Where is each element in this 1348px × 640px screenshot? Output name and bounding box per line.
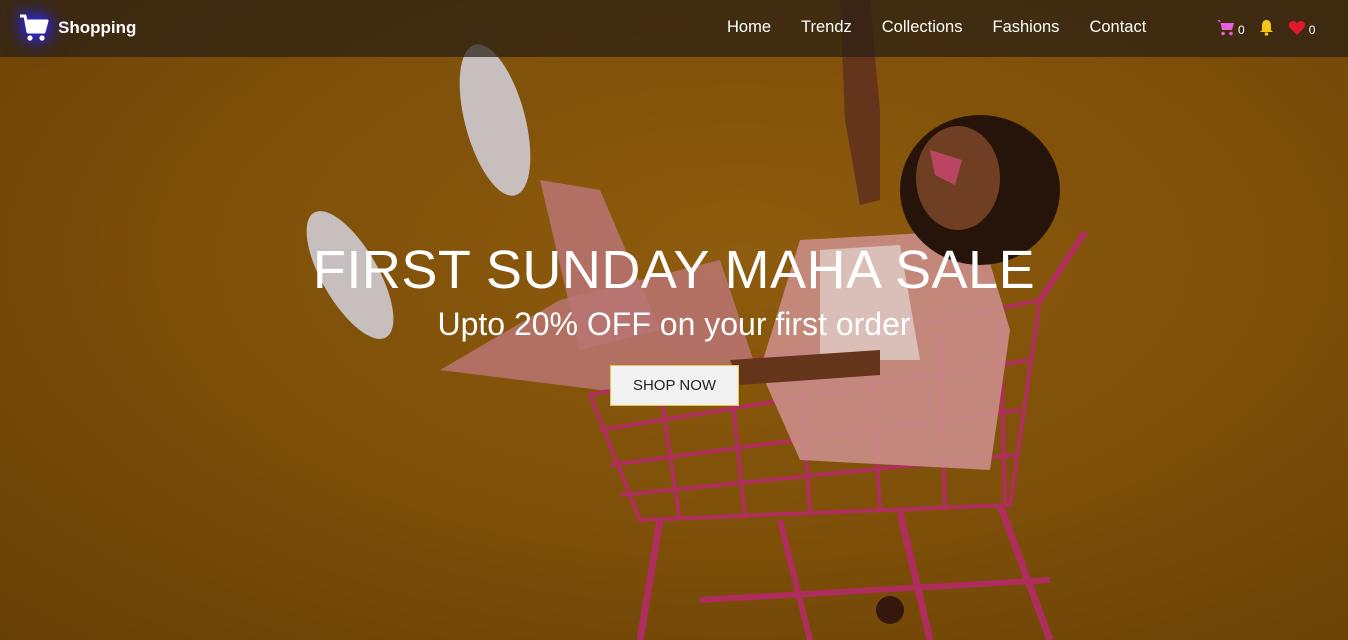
- brand-name: Shopping: [58, 18, 137, 37]
- cart-button[interactable]: 0: [1216, 19, 1245, 41]
- nav-link-home[interactable]: Home: [727, 18, 771, 37]
- nav-icon-bar: 0 0: [1216, 19, 1315, 41]
- hero-headline: FIRST SUNDAY MAHA SALE: [312, 240, 1036, 300]
- brand-logo[interactable]: Shopping: [18, 12, 136, 44]
- notifications-button[interactable]: [1259, 19, 1274, 41]
- cart-icon: [1216, 19, 1235, 41]
- wishlist-count: 0: [1308, 23, 1316, 37]
- nav-link-contact[interactable]: Contact: [1089, 18, 1146, 37]
- nav-link-fashions[interactable]: Fashions: [992, 18, 1059, 37]
- cart-count: 0: [1238, 23, 1245, 37]
- hero-content: FIRST SUNDAY MAHA SALE Upto 20% OFF on y…: [0, 240, 1348, 344]
- main-nav: Home Trendz Collections Fashions Contact: [712, 18, 1161, 37]
- shop-now-button[interactable]: SHOP NOW: [610, 365, 739, 406]
- cart-icon: [18, 12, 50, 44]
- nav-link-collections[interactable]: Collections: [882, 18, 963, 37]
- wishlist-button[interactable]: 0: [1288, 20, 1316, 41]
- heart-icon: [1288, 20, 1306, 41]
- bell-icon: [1259, 19, 1274, 41]
- nav-link-trendz[interactable]: Trendz: [801, 18, 852, 37]
- hero-subline: Upto 20% OFF on your first order: [437, 306, 911, 342]
- top-navbar: Shopping Home Trendz Collections Fashion…: [0, 0, 1348, 57]
